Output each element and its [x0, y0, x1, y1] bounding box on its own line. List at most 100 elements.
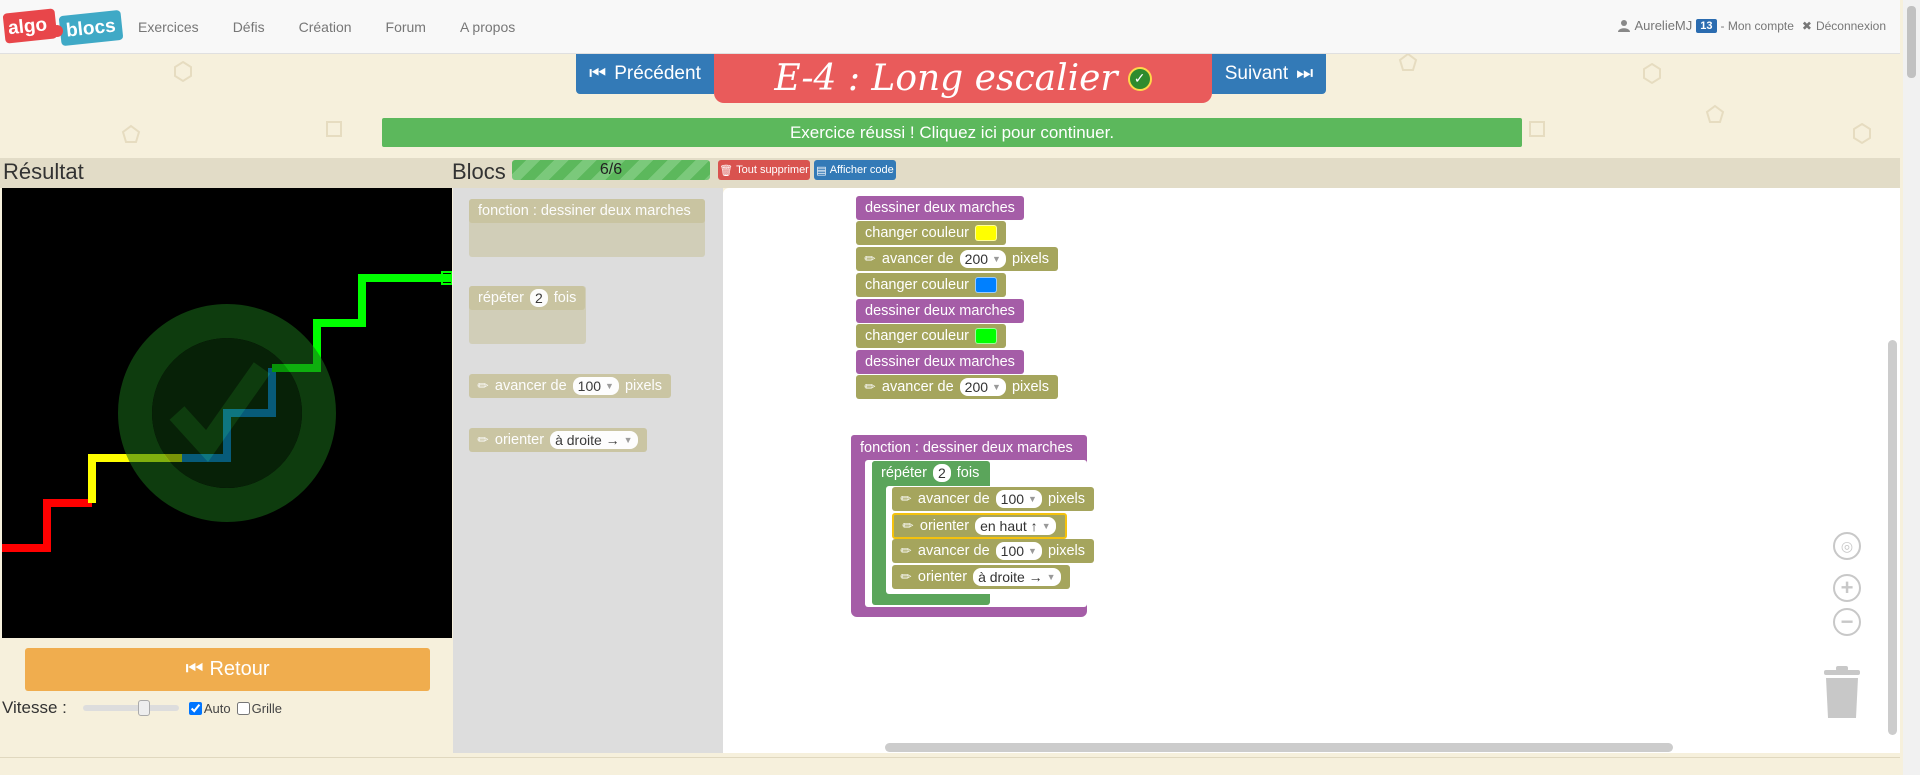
- pixels-text: pixels: [1047, 491, 1086, 507]
- pencil-icon: ✎: [898, 516, 918, 535]
- orient-value-field[interactable]: à droite → ▼: [973, 568, 1061, 586]
- toolbox-function-text: fonction : dessiner deux marches: [478, 203, 691, 219]
- toolbox-repeat-block[interactable]: répéter 2 fois: [469, 286, 586, 310]
- nav-link-creation[interactable]: Création: [299, 19, 372, 35]
- toolbox-repeat-count[interactable]: 2: [529, 289, 548, 307]
- program-forward-200-a[interactable]: ✎ avancer de 200 ▼ pixels: [856, 247, 1059, 271]
- page-scrollbar-thumb[interactable]: [1907, 6, 1916, 78]
- repeat-count-field[interactable]: 2: [932, 464, 951, 482]
- toolbox-forward-pre: avancer de: [494, 378, 567, 394]
- program-draw-steps-2[interactable]: dessiner deux marches: [856, 299, 1024, 323]
- pencil-icon: ✎: [473, 430, 493, 449]
- pencil-icon: ✎: [896, 489, 916, 508]
- function-def-header-text: fonction : dessiner deux marches: [860, 439, 1073, 456]
- dropdown-arrow-icon: ▼: [623, 435, 633, 445]
- orient-right-text: à droite →: [978, 569, 1043, 585]
- toolbox-repeat-pre: répéter: [478, 290, 524, 306]
- delete-all-button[interactable]: 🗑 Tout supprimer: [718, 160, 810, 180]
- nav-links: Exercices Défis Création Forum A propos: [138, 0, 549, 54]
- username[interactable]: AurelieMJ: [1634, 18, 1692, 33]
- forward-pre-text: avancer de: [917, 491, 990, 507]
- forward-value-field[interactable]: 200 ▼: [959, 378, 1006, 396]
- show-code-button[interactable]: ▤ Afficher code: [814, 160, 896, 180]
- toolbox-function-label[interactable]: fonction : dessiner deux marches: [469, 199, 705, 223]
- inner-forward-100-a[interactable]: ✎ avancer de 100 ▼ pixels: [892, 487, 1095, 511]
- user-icon: [1618, 20, 1631, 32]
- speed-slider-knob[interactable]: [137, 700, 150, 716]
- dropdown-arrow-icon: ▼: [1041, 521, 1051, 531]
- toolbox-forward-block[interactable]: ✎ avancer de 100 ▼ pixels: [469, 374, 672, 398]
- forward-value-text: 100: [1000, 491, 1025, 507]
- delete-all-label: Tout supprimer: [736, 164, 809, 176]
- change-color-text: changer couleur: [865, 225, 969, 241]
- forward-value-field[interactable]: 100 ▼: [995, 490, 1042, 508]
- nav-link-apropos[interactable]: A propos: [460, 19, 535, 35]
- forward-value-field[interactable]: 200 ▼: [959, 250, 1006, 268]
- program-draw-steps-1[interactable]: dessiner deux marches: [856, 196, 1024, 220]
- bottom-strip: [0, 757, 1900, 775]
- inner-forward-100-b[interactable]: ✎ avancer de 100 ▼ pixels: [892, 539, 1095, 563]
- inner-orient-right[interactable]: ✎ orienter à droite → ▼: [892, 565, 1070, 589]
- block-count-text: 6/6: [599, 161, 623, 178]
- function-def-header[interactable]: fonction : dessiner deux marches: [851, 435, 1087, 460]
- orient-value-field[interactable]: en haut ↑ ▼: [975, 517, 1056, 535]
- workspace-vertical-scrollbar[interactable]: [1888, 340, 1897, 735]
- toolbox-flyout: [453, 188, 723, 753]
- exercise-title-text: E-4 : Long escalier: [774, 58, 1118, 99]
- pixels-text: pixels: [1047, 543, 1086, 559]
- zoom-out-icon[interactable]: −: [1833, 608, 1861, 636]
- toolbox-orient-block[interactable]: ✎ orienter à droite → ▼: [469, 428, 647, 452]
- repeat-count-text: 2: [937, 465, 946, 481]
- program-change-color-green[interactable]: changer couleur: [856, 324, 1006, 348]
- trash-can-icon[interactable]: [1822, 666, 1862, 720]
- color-swatch-green[interactable]: [975, 328, 997, 344]
- auto-checkbox[interactable]: Auto: [188, 700, 231, 716]
- recenter-icon[interactable]: ◎: [1833, 532, 1861, 560]
- user-badge: 13: [1696, 18, 1717, 33]
- back-button[interactable]: ⏮ Retour: [25, 648, 430, 691]
- section-header-band: [0, 158, 1900, 188]
- previous-label: Précédent: [614, 63, 701, 84]
- nav-link-defis[interactable]: Défis: [233, 19, 285, 35]
- logout-link[interactable]: Déconnexion: [1816, 19, 1886, 33]
- change-color-text: changer couleur: [865, 328, 969, 344]
- top-navbar: algo blocs Exercices Défis Création Foru…: [0, 0, 1900, 54]
- inner-orient-up[interactable]: ✎ orienter en haut ↑ ▼: [892, 513, 1067, 539]
- exercise-title: E-4 : Long escalier ✓: [714, 54, 1212, 103]
- color-swatch-yellow[interactable]: [975, 225, 997, 241]
- block-count-progress: 6/6: [512, 160, 710, 180]
- toolbox-orient-value[interactable]: à droite → ▼: [550, 431, 638, 449]
- repeat-block[interactable]: répéter 2 fois: [872, 461, 989, 485]
- draw-steps-text: dessiner deux marches: [865, 200, 1015, 216]
- grid-checkbox[interactable]: Grille: [236, 701, 282, 716]
- toolbox-repeat-count-text: 2: [534, 290, 543, 306]
- program-change-color-blue[interactable]: changer couleur: [856, 273, 1006, 297]
- workspace-horizontal-scrollbar[interactable]: [885, 743, 1673, 752]
- toolbox-forward-value[interactable]: 100 ▼: [572, 377, 619, 395]
- fast-back-icon: ⏮: [185, 658, 204, 680]
- program-change-color-yellow[interactable]: changer couleur: [856, 221, 1006, 245]
- forward-pre-text: avancer de: [917, 543, 990, 559]
- nav-link-forum[interactable]: Forum: [386, 19, 446, 35]
- nav-link-exercices[interactable]: Exercices: [138, 19, 219, 35]
- speed-slider[interactable]: [82, 700, 179, 716]
- algo-blocs-logo[interactable]: algo blocs: [2, 5, 124, 49]
- code-icon: ▤: [816, 164, 827, 177]
- forward-value-field[interactable]: 100 ▼: [995, 542, 1042, 560]
- check-icon: ✓: [1127, 66, 1152, 91]
- previous-button[interactable]: ⏮ Précédent: [576, 54, 714, 94]
- result-canvas: [2, 188, 452, 638]
- zoom-in-icon[interactable]: +: [1833, 574, 1861, 602]
- blocks-heading: Blocs: [452, 159, 506, 184]
- account-link[interactable]: - Mon compte: [1721, 19, 1794, 33]
- pencil-icon: ✎: [473, 376, 493, 395]
- pixels-text: pixels: [1011, 251, 1050, 267]
- next-label: Suivant: [1224, 63, 1289, 84]
- show-code-label: Afficher code: [829, 164, 894, 176]
- color-swatch-blue[interactable]: [975, 277, 997, 293]
- auto-label: Auto: [203, 700, 231, 716]
- program-draw-steps-3[interactable]: dessiner deux marches: [856, 350, 1024, 374]
- program-forward-200-b[interactable]: ✎ avancer de 200 ▼ pixels: [856, 375, 1059, 399]
- next-button[interactable]: Suivant ⏭: [1212, 54, 1326, 94]
- success-banner[interactable]: Exercice réussi ! Cliquez ici pour conti…: [382, 118, 1522, 147]
